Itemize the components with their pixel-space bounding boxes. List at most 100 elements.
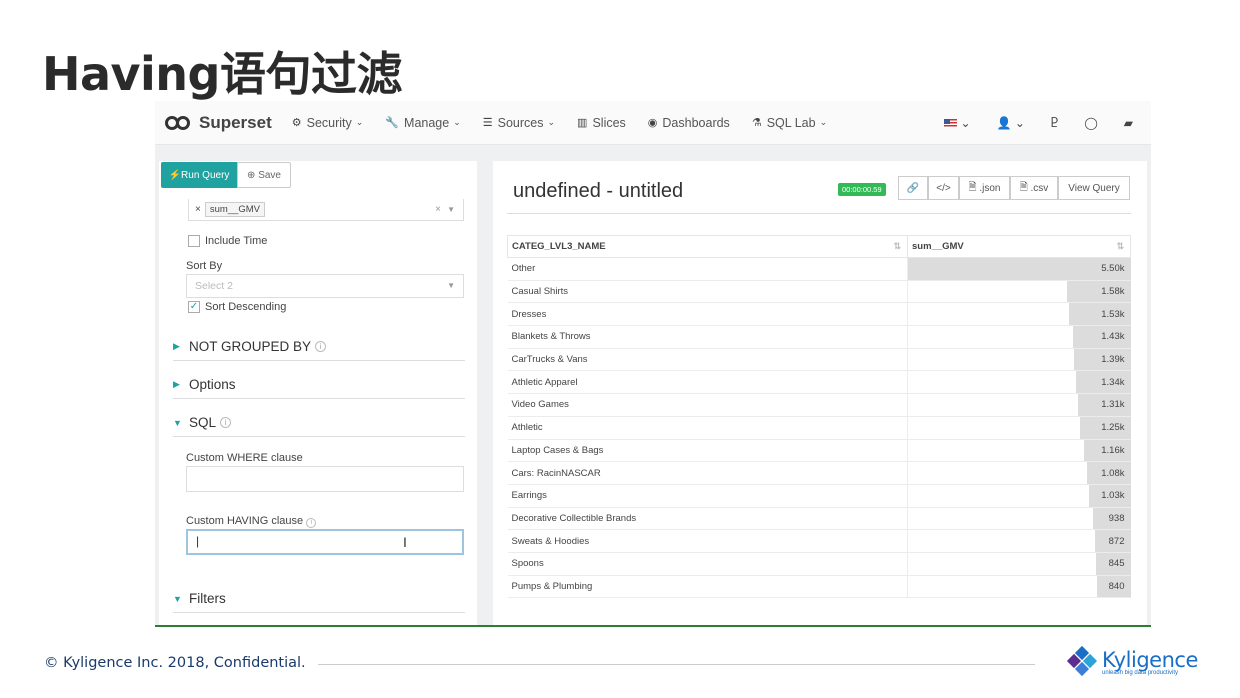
section-options[interactable]: ▶ Options bbox=[173, 371, 465, 399]
chevron-down-icon: ⌄ bbox=[453, 117, 461, 127]
save-button[interactable]: ⊕ Save bbox=[237, 162, 291, 188]
category-cell: Video Games bbox=[507, 393, 908, 417]
brand-name: Superset bbox=[199, 112, 272, 132]
sort-descending-checkbox[interactable]: ✓ bbox=[188, 301, 200, 313]
column-header-label: CATEG_LVL3_NAME bbox=[512, 241, 606, 252]
custom-having-label-row: Custom HAVING clause i bbox=[186, 515, 317, 528]
sort-by-placeholder: Select 2 bbox=[195, 280, 233, 292]
remove-tag-icon[interactable]: × bbox=[195, 204, 201, 215]
section-options-label: Options bbox=[189, 377, 236, 392]
nav-security[interactable]: ⚙ Security ⌄ bbox=[292, 116, 364, 130]
custom-having-input[interactable]: | Ι bbox=[186, 529, 464, 555]
gmv-value: 845 bbox=[1108, 558, 1125, 570]
clear-icon[interactable]: × bbox=[435, 204, 441, 215]
section-sql[interactable]: ▼ SQL i bbox=[173, 409, 465, 437]
gmv-cell: 1.25k bbox=[907, 416, 1131, 440]
nav-sources[interactable]: ☰ Sources ⌄ bbox=[483, 116, 555, 130]
version-icon[interactable]: Ⴒ bbox=[1051, 116, 1058, 130]
file-icon: 🗎 bbox=[1019, 181, 1031, 193]
gmv-cell: 1.58k bbox=[907, 280, 1131, 304]
chevron-down-icon[interactable]: ▼ bbox=[447, 205, 455, 214]
include-time-label: Include Time bbox=[205, 235, 268, 247]
sort-icon[interactable]: ⇅ bbox=[893, 241, 901, 252]
gmv-value: 1.34k bbox=[1101, 376, 1125, 388]
nav-dashboards-label: Dashboards bbox=[662, 115, 730, 130]
nav-sql-lab-label: SQL Lab bbox=[766, 115, 816, 130]
gmv-cell: 1.53k bbox=[907, 302, 1131, 327]
caret-down-icon: ▼ bbox=[173, 417, 182, 428]
user-menu[interactable]: 👤 ⌄ bbox=[997, 116, 1025, 130]
category-cell: Pumps & Plumbing bbox=[507, 575, 908, 599]
csv-button[interactable]: 🗎 .csv bbox=[1010, 176, 1058, 200]
table-row: Video Games 1.31k bbox=[507, 393, 1131, 417]
include-time-row[interactable]: Include Time bbox=[188, 235, 267, 247]
run-query-button[interactable]: ⚡ Run Query bbox=[161, 162, 237, 188]
json-button[interactable]: 🗎 .json bbox=[959, 176, 1010, 200]
nav-sql-lab[interactable]: ⚗ SQL Lab ⌄ bbox=[752, 116, 827, 130]
explore-control-panel: ⚡ Run Query ⊕ Save × sum__GMV × ▼ Include… bbox=[159, 161, 477, 625]
section-filters[interactable]: ▼ Filters bbox=[173, 585, 465, 613]
column-header-categ[interactable]: CATEG_LVL3_NAME ⇅ bbox=[507, 235, 908, 258]
gmv-cell: 845 bbox=[907, 552, 1131, 576]
table-row: Spoons 845 bbox=[507, 552, 1131, 576]
embed-button[interactable]: </> bbox=[928, 176, 959, 200]
github-icon[interactable]: ◯ bbox=[1084, 116, 1097, 130]
category-cell: Other bbox=[507, 257, 908, 281]
superset-screenshot: Superset ⚙ Security ⌄ 🔧 Manage ⌄ ☰ Sourc… bbox=[155, 101, 1151, 627]
bolt-icon: ⚡ bbox=[168, 169, 182, 181]
metrics-select[interactable]: × sum__GMV × ▼ bbox=[188, 199, 464, 221]
language-menu[interactable]: ⌄ bbox=[944, 116, 971, 130]
query-timer-badge: 00:00:00.59 bbox=[838, 183, 886, 196]
custom-where-label: Custom WHERE clause bbox=[186, 452, 303, 464]
metric-tag: sum__GMV bbox=[204, 202, 265, 217]
sort-by-select[interactable]: Select 2 ▼ bbox=[186, 274, 464, 298]
wrench-icon: 🔧 bbox=[385, 117, 400, 129]
custom-where-input[interactable] bbox=[186, 466, 464, 492]
gmv-value: 1.25k bbox=[1101, 422, 1125, 434]
nav-manage[interactable]: 🔧 Manage ⌄ bbox=[385, 116, 460, 130]
link-button[interactable]: 🔗 bbox=[898, 176, 928, 200]
gmv-cell: 1.08k bbox=[907, 461, 1131, 485]
category-cell: Cars: RacinNASCAR bbox=[507, 461, 908, 485]
gmv-cell: 840 bbox=[907, 575, 1131, 599]
gmv-value: 1.39k bbox=[1101, 354, 1125, 366]
chevron-down-icon: ⌄ bbox=[547, 117, 556, 127]
caret-right-icon: ▶ bbox=[173, 341, 180, 351]
results-table: CATEG_LVL3_NAME ⇅ sum__GMV ⇅ Other 5.50k C… bbox=[507, 235, 1131, 599]
column-header-gmv[interactable]: sum__GMV ⇅ bbox=[907, 235, 1131, 258]
results-panel: undefined - untitled 00:00:00.59 🔗 </> 🗎… bbox=[493, 161, 1147, 625]
column-header-label: sum__GMV bbox=[912, 241, 964, 252]
category-cell: Spoons bbox=[507, 552, 908, 576]
section-sql-label: SQL bbox=[189, 415, 217, 430]
category-cell: Sweats & Hoodies bbox=[507, 529, 908, 553]
category-cell: Earrings bbox=[507, 484, 908, 508]
sort-descending-row[interactable]: ✓ Sort Descending bbox=[188, 301, 286, 313]
table-row: Sweats & Hoodies 872 bbox=[507, 529, 1131, 553]
include-time-checkbox[interactable] bbox=[188, 235, 200, 247]
info-icon: i bbox=[315, 341, 327, 352]
user-icon: 👤 bbox=[996, 116, 1012, 130]
gmv-value: 1.16k bbox=[1101, 444, 1125, 456]
book-icon[interactable]: ▰ bbox=[1124, 116, 1133, 130]
brand[interactable]: Superset bbox=[165, 113, 272, 133]
cogs-icon: ⚙ bbox=[291, 117, 302, 129]
view-query-button[interactable]: View Query bbox=[1058, 176, 1130, 200]
sort-icon[interactable]: ⇅ bbox=[1116, 241, 1124, 252]
gmv-cell: 1.43k bbox=[907, 325, 1131, 349]
plus-circle-icon: ⊕ bbox=[247, 169, 259, 181]
csv-label: .csv bbox=[1030, 182, 1049, 194]
logo-text: Kyligence unleash big data productivity bbox=[1102, 648, 1198, 676]
bar-chart-icon: ▥ bbox=[577, 117, 588, 129]
section-not-grouped-by[interactable]: ▶ NOT GROUPED BY i bbox=[173, 333, 465, 361]
divider bbox=[507, 213, 1131, 214]
nav-manage-label: Manage bbox=[404, 115, 450, 130]
nav-slices[interactable]: ▥ Slices bbox=[577, 116, 626, 130]
kyligence-logo: Kyligence unleash big data productivity bbox=[1066, 645, 1198, 678]
navbar: Superset ⚙ Security ⌄ 🔧 Manage ⌄ ☰ Sourc… bbox=[155, 101, 1151, 145]
info-icon: i bbox=[306, 517, 317, 528]
text-cursor-icon: Ι bbox=[403, 534, 407, 550]
custom-having-value: | bbox=[196, 534, 200, 548]
table-row: Athletic 1.25k bbox=[507, 416, 1131, 440]
dashboard-icon: ◉ bbox=[647, 117, 658, 129]
nav-dashboards[interactable]: ◉ Dashboards bbox=[648, 116, 730, 130]
